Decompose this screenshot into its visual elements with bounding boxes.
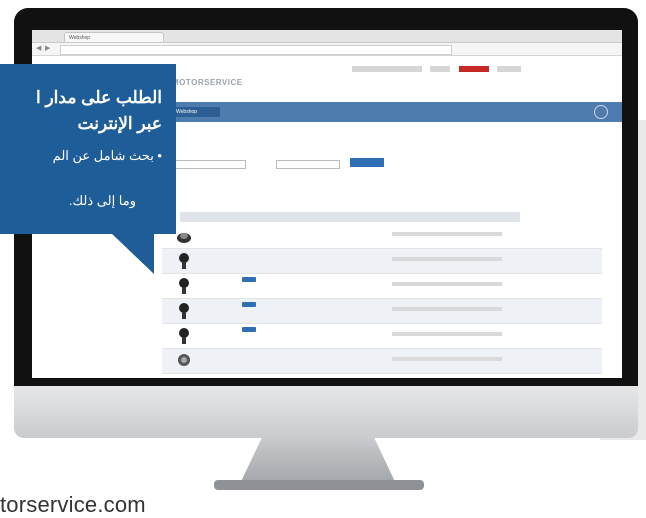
table-row[interactable]	[162, 299, 602, 324]
part-image	[179, 328, 189, 344]
part-image	[179, 303, 189, 319]
search-button[interactable]	[350, 158, 384, 167]
nav-item[interactable]	[268, 107, 302, 117]
nav-item[interactable]	[302, 107, 326, 117]
flag-icon[interactable]	[458, 65, 489, 72]
forward-icon[interactable]: ▶	[45, 44, 50, 54]
table-row[interactable]	[162, 349, 602, 374]
availability-chip	[242, 302, 256, 307]
monitor-chin	[14, 386, 638, 438]
header-utility-links	[352, 60, 612, 72]
nav-item[interactable]	[224, 107, 268, 117]
callout-box: الطلب على مدار ا عبر الإنترنت • بحث شامل…	[0, 64, 176, 234]
part-image	[178, 354, 190, 366]
back-icon[interactable]: ◀	[36, 44, 41, 54]
table-row[interactable]	[162, 224, 602, 249]
browser-tabbar: Webshop	[32, 30, 622, 43]
availability-chip	[242, 277, 256, 282]
utility-link[interactable]	[430, 65, 451, 72]
part-info	[392, 232, 502, 236]
site-logo: MOTORSERVICE	[172, 78, 243, 87]
part-image	[179, 278, 189, 294]
help-icon[interactable]	[594, 105, 608, 119]
utility-link[interactable]	[497, 65, 522, 72]
table-row[interactable]	[162, 324, 602, 349]
utility-link[interactable]	[352, 65, 422, 72]
part-info	[392, 357, 502, 361]
nav-item-webshop[interactable]: Webshop	[172, 107, 220, 117]
callout-bullet-line1: • بحث شامل عن الم	[52, 148, 162, 163]
website-url: torservice.com	[0, 492, 146, 517]
results-table-header	[180, 212, 520, 222]
table-row[interactable]	[162, 249, 602, 274]
monitor-foot	[214, 480, 424, 490]
part-image	[179, 253, 189, 269]
part-info	[392, 332, 502, 336]
callout-pointer	[110, 232, 154, 274]
search-input[interactable]	[172, 160, 246, 169]
browser-address-bar: ◀ ▶	[32, 43, 622, 56]
callout-bullet-line2: وما إلى ذلك.	[68, 193, 136, 208]
filter-select[interactable]	[276, 160, 340, 169]
callout-title-line1: الطلب على مدار ا	[36, 88, 162, 107]
part-info	[392, 282, 502, 286]
part-info	[392, 257, 502, 261]
availability-chip	[242, 327, 256, 332]
table-row[interactable]	[162, 274, 602, 299]
callout-title-line2: عبر الإنترنت	[77, 114, 162, 133]
part-info	[392, 307, 502, 311]
part-image	[177, 233, 191, 243]
browser-tab[interactable]: Webshop	[64, 32, 164, 42]
url-field[interactable]	[60, 45, 452, 55]
